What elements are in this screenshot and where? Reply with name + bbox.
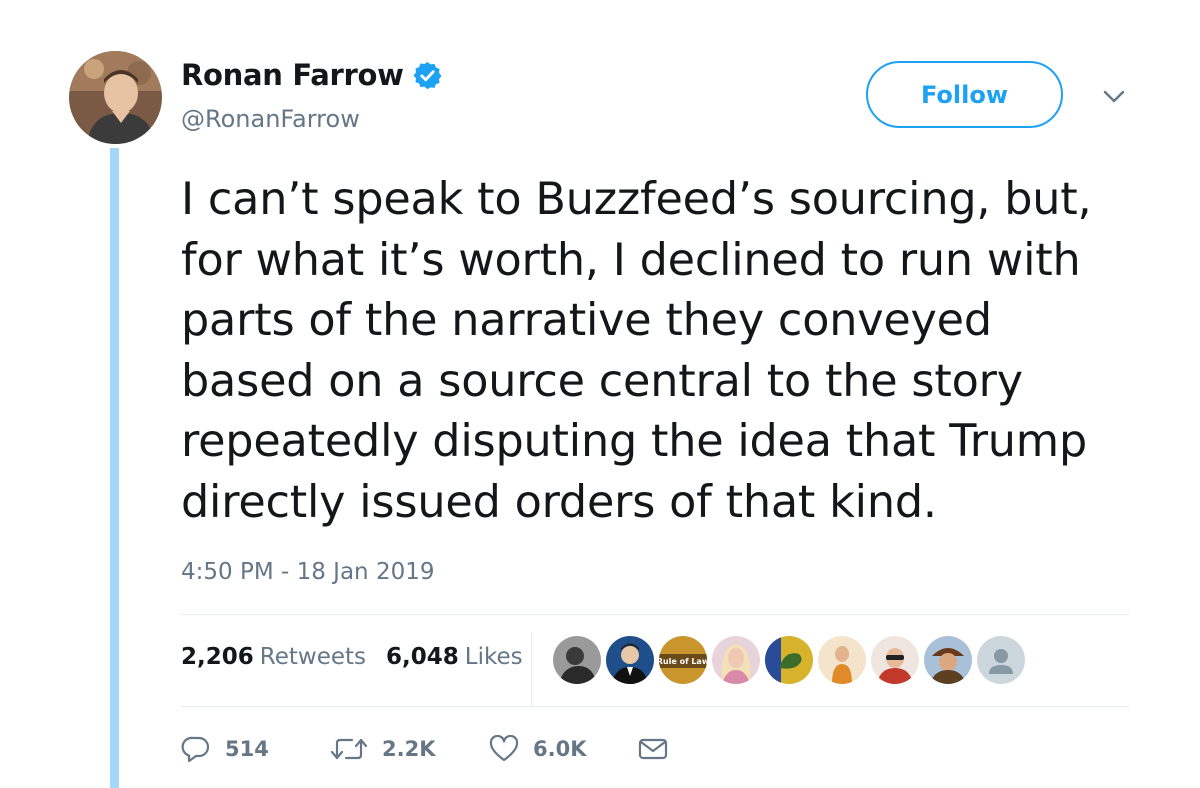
liker-avatar-4[interactable]: [710, 634, 762, 686]
reply-count: 514: [225, 737, 269, 761]
tweet-text-line: directly issued orders of that kind.: [181, 476, 937, 528]
likes-count[interactable]: 6,048: [386, 644, 459, 670]
liker-avatar-5[interactable]: [763, 634, 815, 686]
heart-icon: [489, 735, 519, 762]
author-handle[interactable]: @RonanFarrow: [181, 105, 360, 133]
follow-button[interactable]: Follow: [866, 61, 1063, 128]
tweet-text: I can’t speak to Buzzfeed’s sourcing, bu…: [181, 170, 1141, 533]
author-name[interactable]: Ronan Farrow: [181, 58, 404, 92]
retweet-button[interactable]: 2.2K: [330, 735, 435, 763]
liker-avatar-7[interactable]: [869, 634, 921, 686]
reply-button[interactable]: 514: [181, 735, 269, 763]
chevron-down-icon[interactable]: [1100, 88, 1128, 106]
svg-text:Rule of Law: Rule of Law: [659, 657, 707, 666]
tweet-text-line: I can’t speak to Buzzfeed’s sourcing, bu…: [181, 174, 1092, 225]
author-name-row: Ronan Farrow: [181, 58, 443, 92]
tweet-text-line: for what it’s worth, I declined to run w…: [181, 234, 1081, 286]
like-count: 6.0K: [533, 737, 587, 761]
tweet-text-line: repeatedly disputing the idea that Trump: [181, 416, 1087, 467]
verified-badge-icon: [412, 60, 443, 91]
thread-line: [110, 148, 119, 788]
avatar-photo-icon: [69, 51, 162, 144]
stats-separator: [531, 632, 532, 706]
tweet-stats: 2,206 Retweets 6,048 Likes: [181, 644, 523, 670]
reply-icon: [181, 736, 210, 763]
divider: [181, 706, 1129, 707]
direct-message-button[interactable]: [637, 735, 683, 763]
liker-avatar-3[interactable]: Rule of Law: [657, 634, 709, 686]
tweet-timestamp[interactable]: 4:50 PM - 18 Jan 2019: [181, 559, 434, 585]
liker-avatar-8[interactable]: [922, 634, 974, 686]
default-avatar-icon[interactable]: [975, 634, 1027, 686]
liker-avatar-1[interactable]: [551, 634, 603, 686]
retweet-count: 2.2K: [382, 737, 436, 761]
tweet-text-line: parts of the narrative they conveyed: [181, 295, 992, 346]
liker-avatar-2[interactable]: [604, 634, 656, 686]
envelope-icon: [638, 738, 668, 760]
like-button[interactable]: 6.0K: [489, 735, 586, 763]
avatar[interactable]: [69, 51, 162, 144]
tweet-text-line: based on a source central to the story: [181, 355, 1023, 407]
divider: [181, 614, 1129, 615]
retweet-icon: [330, 738, 368, 760]
liker-avatar-6[interactable]: [816, 634, 868, 686]
likes-label[interactable]: Likes: [465, 644, 523, 670]
retweets-count[interactable]: 2,206: [181, 644, 254, 670]
retweets-label[interactable]: Retweets: [260, 644, 366, 670]
